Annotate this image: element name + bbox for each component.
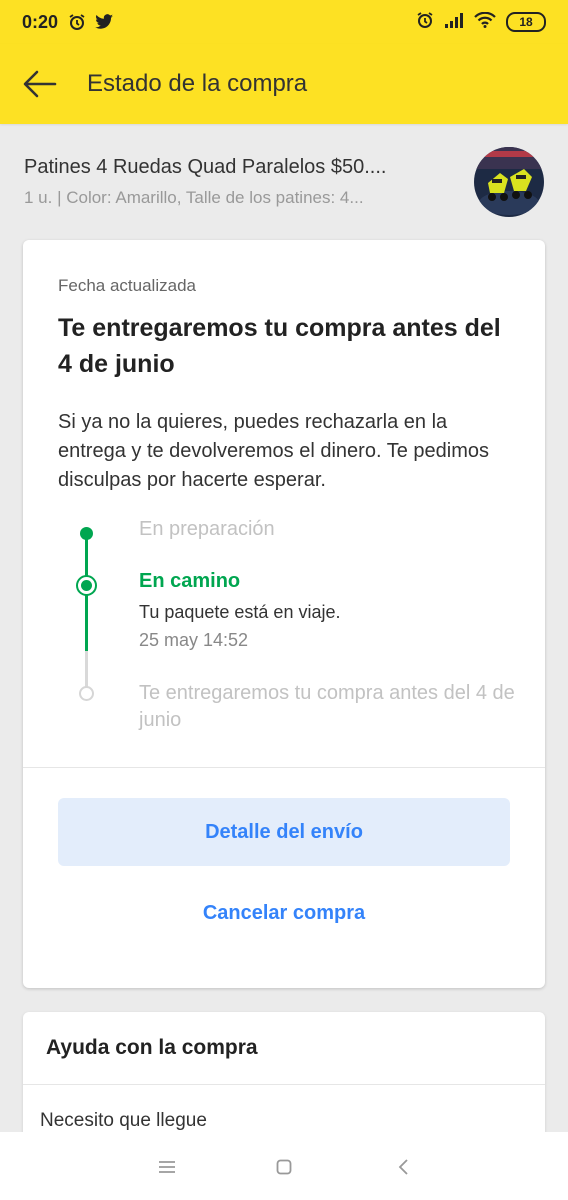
twitter-icon (94, 14, 114, 30)
help-item-need-arrival[interactable]: Necesito que llegue (40, 1110, 207, 1132)
product-thumbnail (474, 147, 544, 217)
status-message: Si ya no la quieres, puedes rechazarla e… (58, 411, 489, 491)
shipping-details-button[interactable]: Detalle del envío (58, 798, 510, 866)
status-time: 0:20 (22, 11, 59, 32)
system-navigation-bar (0, 1132, 568, 1200)
product-summary[interactable]: Patines 4 Ruedas Quad Paralelos $50.... … (0, 124, 568, 240)
arrow-left-icon (23, 70, 57, 98)
wifi-icon (474, 11, 496, 33)
help-card: Ayuda con la compra Necesito que llegue (23, 1012, 545, 1152)
help-title: Ayuda con la compra (46, 1036, 258, 1059)
timeline-step-in-transit: En camino (139, 570, 241, 592)
chevron-left-icon (398, 1159, 408, 1175)
divider (23, 1084, 545, 1085)
battery-indicator: 18 (506, 12, 546, 32)
alarm-icon (416, 11, 434, 34)
product-details: 1 u. | Color: Amarillo, Talle de los pat… (24, 188, 364, 207)
menu-icon (159, 1161, 175, 1173)
signal-icon (444, 12, 464, 33)
timeline-dot-current (76, 575, 97, 596)
status-label: Fecha actualizada (58, 276, 196, 295)
menu-button[interactable] (154, 1154, 180, 1180)
system-back-button[interactable] (390, 1154, 416, 1180)
status-headline: Te entregaremos tu compra antes del 4 de… (58, 314, 501, 378)
home-button[interactable] (271, 1154, 297, 1180)
divider (23, 767, 545, 768)
timeline-dot-pending (79, 686, 94, 701)
back-button[interactable] (0, 44, 80, 124)
cancel-purchase-button[interactable]: Cancelar compra (58, 880, 510, 946)
product-name: Patines 4 Ruedas Quad Paralelos $50.... (24, 156, 387, 178)
timeline-dot-done (80, 527, 93, 540)
status-bar: 0:20 18 (0, 0, 568, 44)
timeline-step-preparation: En preparación (139, 518, 275, 540)
page-title: Estado de la compra (87, 70, 308, 97)
timeline-step-delivery: Te entregaremos tu compra antes del 4 de… (139, 682, 515, 731)
shipment-status-card: Fecha actualizada Te entregaremos tu com… (23, 240, 545, 988)
app-bar: Estado de la compra (0, 44, 568, 124)
home-square-icon (276, 1159, 292, 1175)
timeline-step-timestamp: 25 may 14:52 (139, 630, 249, 650)
timeline-step-subtitle: Tu paquete está en viaje. (139, 602, 341, 622)
alarm-icon (68, 13, 86, 31)
